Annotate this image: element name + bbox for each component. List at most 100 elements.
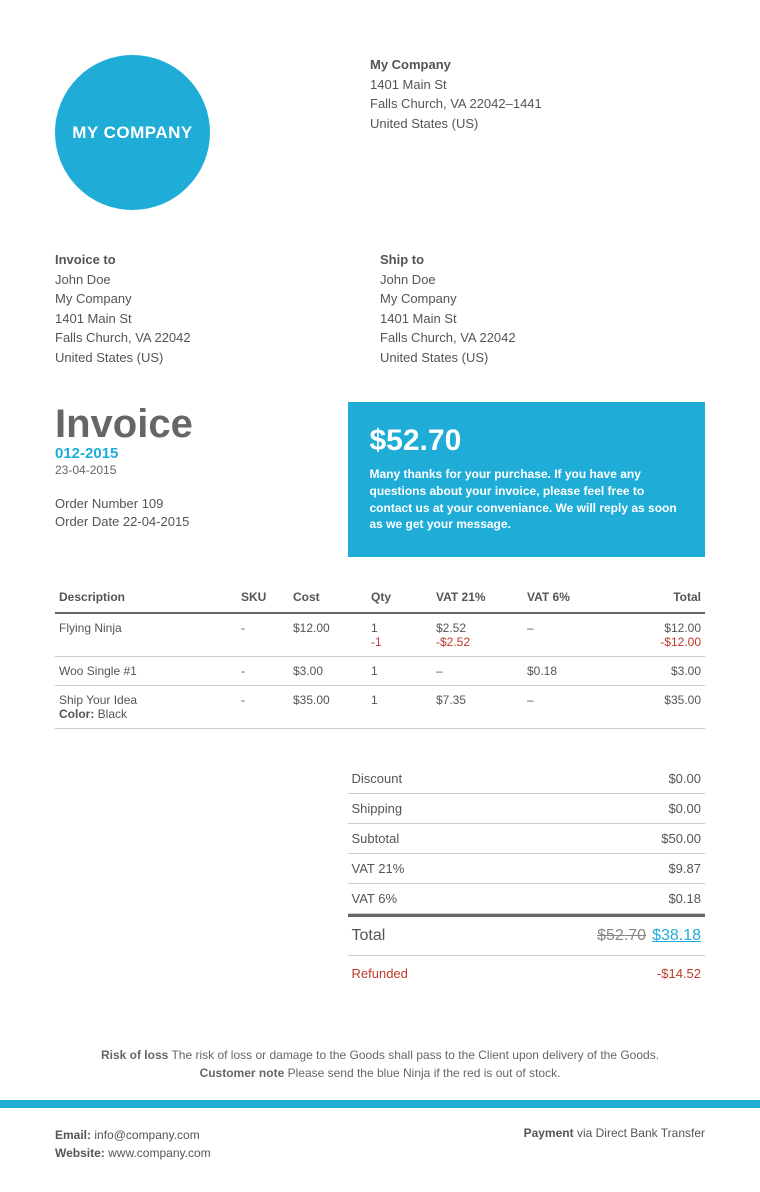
invoice-title: Invoice bbox=[55, 402, 348, 447]
invoice-to-country: United States (US) bbox=[55, 348, 380, 368]
subtotal-value: $50.00 bbox=[661, 831, 701, 846]
refunded-label: Refunded bbox=[352, 966, 408, 981]
company-line1: 1401 Main St bbox=[370, 75, 542, 95]
order-number: Order Number 109 bbox=[55, 495, 348, 513]
invoice-date: 23-04-2015 bbox=[55, 463, 348, 477]
total-new: $38.18 bbox=[652, 927, 701, 944]
invoice-summary-row: Invoice 012-2015 23-04-2015 Order Number… bbox=[55, 402, 705, 557]
divider-bar bbox=[0, 1100, 760, 1108]
logo: MY COMPANY bbox=[55, 55, 210, 210]
ship-to-label: Ship to bbox=[380, 250, 705, 270]
footer-payment: Payment via Direct Bank Transfer bbox=[524, 1126, 705, 1162]
invoice-to-label: Invoice to bbox=[55, 250, 380, 270]
col-cost: Cost bbox=[289, 582, 367, 613]
item-vat21: – bbox=[432, 657, 523, 686]
amount-box: $52.70 Many thanks for your purchase. If… bbox=[348, 402, 706, 557]
item-cost: $3.00 bbox=[289, 657, 367, 686]
totals-shipping: Shipping $0.00 bbox=[348, 794, 706, 824]
totals-grand: Total $52.70 $38.18 bbox=[348, 914, 706, 956]
ship-to-company: My Company bbox=[380, 289, 705, 309]
item-description: Ship Your IdeaColor: Black bbox=[55, 686, 237, 729]
totals-vat21: VAT 21% $9.87 bbox=[348, 854, 706, 884]
risk-label: Risk of loss bbox=[101, 1048, 168, 1062]
item-total: $12.00-$12.00 bbox=[614, 613, 705, 657]
item-qty: 1 bbox=[367, 657, 432, 686]
email-value: info@company.com bbox=[94, 1128, 199, 1142]
total-label: Total bbox=[352, 927, 386, 945]
refunded-value: -$14.52 bbox=[657, 966, 701, 981]
table-header-row: Description SKU Cost Qty VAT 21% VAT 6% … bbox=[55, 582, 705, 613]
item-cost: $12.00 bbox=[289, 613, 367, 657]
email-label: Email: bbox=[55, 1128, 91, 1142]
invoice-to: Invoice to John Doe My Company 1401 Main… bbox=[55, 250, 380, 367]
company-address: My Company 1401 Main St Falls Church, VA… bbox=[370, 55, 542, 210]
subtotal-label: Subtotal bbox=[352, 831, 400, 846]
invoice-meta: Invoice 012-2015 23-04-2015 Order Number… bbox=[55, 402, 348, 557]
col-vat6: VAT 6% bbox=[523, 582, 614, 613]
customer-note-label: Customer note bbox=[200, 1066, 285, 1080]
table-row: Flying Ninja-$12.001-1$2.52-$2.52–$12.00… bbox=[55, 613, 705, 657]
ship-to-name: John Doe bbox=[380, 270, 705, 290]
item-vat6: – bbox=[523, 686, 614, 729]
company-country: United States (US) bbox=[370, 114, 542, 134]
item-sku: - bbox=[237, 613, 289, 657]
item-description: Woo Single #1 bbox=[55, 657, 237, 686]
footer-contact: Email: info@company.com Website: www.com… bbox=[55, 1126, 211, 1162]
line-items-table: Description SKU Cost Qty VAT 21% VAT 6% … bbox=[55, 582, 705, 729]
totals-discount: Discount $0.00 bbox=[348, 764, 706, 794]
col-vat21: VAT 21% bbox=[432, 582, 523, 613]
item-vat6: – bbox=[523, 613, 614, 657]
notes: Risk of loss The risk of loss or damage … bbox=[55, 1046, 705, 1082]
thank-you-message: Many thanks for your purchase. If you ha… bbox=[370, 466, 684, 533]
company-name: My Company bbox=[370, 55, 542, 75]
total-old: $52.70 bbox=[597, 927, 646, 944]
table-row: Ship Your IdeaColor: Black-$35.001$7.35–… bbox=[55, 686, 705, 729]
table-row: Woo Single #1-$3.001–$0.18$3.00 bbox=[55, 657, 705, 686]
col-sku: SKU bbox=[237, 582, 289, 613]
payment-label: Payment bbox=[524, 1126, 574, 1140]
col-qty: Qty bbox=[367, 582, 432, 613]
header: MY COMPANY My Company 1401 Main St Falls… bbox=[55, 55, 705, 210]
item-total: $3.00 bbox=[614, 657, 705, 686]
item-description: Flying Ninja bbox=[55, 613, 237, 657]
item-cost: $35.00 bbox=[289, 686, 367, 729]
totals-vat6: VAT 6% $0.18 bbox=[348, 884, 706, 914]
shipping-label: Shipping bbox=[352, 801, 403, 816]
item-vat6: $0.18 bbox=[523, 657, 614, 686]
invoice-to-line2: Falls Church, VA 22042 bbox=[55, 328, 380, 348]
totals-block: Discount $0.00 Shipping $0.00 Subtotal $… bbox=[348, 764, 706, 991]
item-vat21: $7.35 bbox=[432, 686, 523, 729]
customer-note-text: Please send the blue Ninja if the red is… bbox=[288, 1066, 561, 1080]
ship-to-line2: Falls Church, VA 22042 bbox=[380, 328, 705, 348]
website-value: www.company.com bbox=[108, 1146, 210, 1160]
risk-text: The risk of loss or damage to the Goods … bbox=[171, 1048, 659, 1062]
order-date: Order Date 22-04-2015 bbox=[55, 513, 348, 531]
item-qty: 1-1 bbox=[367, 613, 432, 657]
logo-text: MY COMPANY bbox=[72, 123, 193, 143]
invoice-to-name: John Doe bbox=[55, 270, 380, 290]
invoice-number: 012-2015 bbox=[55, 445, 348, 462]
payment-value: via Direct Bank Transfer bbox=[577, 1126, 705, 1140]
discount-label: Discount bbox=[352, 771, 403, 786]
col-description: Description bbox=[55, 582, 237, 613]
vat6-value: $0.18 bbox=[668, 891, 701, 906]
invoice-amount: $52.70 bbox=[370, 424, 684, 458]
company-line2: Falls Church, VA 22042–1441 bbox=[370, 94, 542, 114]
invoice-to-company: My Company bbox=[55, 289, 380, 309]
item-vat21: $2.52-$2.52 bbox=[432, 613, 523, 657]
discount-value: $0.00 bbox=[668, 771, 701, 786]
website-label: Website: bbox=[55, 1146, 105, 1160]
ship-to-line1: 1401 Main St bbox=[380, 309, 705, 329]
col-total: Total bbox=[614, 582, 705, 613]
item-total: $35.00 bbox=[614, 686, 705, 729]
footer: Email: info@company.com Website: www.com… bbox=[0, 1108, 760, 1192]
ship-to: Ship to John Doe My Company 1401 Main St… bbox=[380, 250, 705, 367]
ship-to-country: United States (US) bbox=[380, 348, 705, 368]
totals-subtotal: Subtotal $50.00 bbox=[348, 824, 706, 854]
shipping-value: $0.00 bbox=[668, 801, 701, 816]
vat21-value: $9.87 bbox=[668, 861, 701, 876]
vat6-label: VAT 6% bbox=[352, 891, 398, 906]
addresses: Invoice to John Doe My Company 1401 Main… bbox=[55, 250, 705, 367]
invoice-to-line1: 1401 Main St bbox=[55, 309, 380, 329]
vat21-label: VAT 21% bbox=[352, 861, 405, 876]
